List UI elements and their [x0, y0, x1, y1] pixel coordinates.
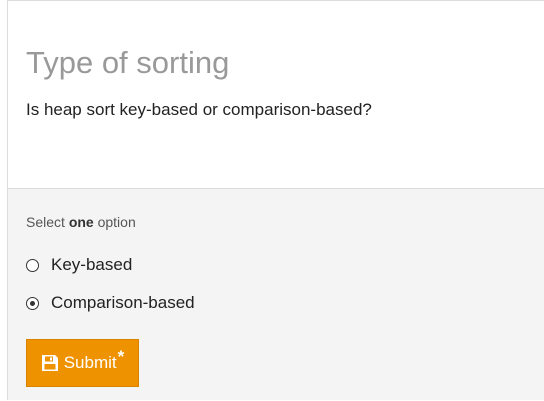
instruction-suffix: option — [93, 214, 136, 230]
question-title: Type of sorting — [26, 45, 230, 80]
instruction-emphasis: one — [68, 214, 94, 230]
floppy-disk-icon — [41, 354, 59, 372]
question-text: Is heap sort key-based or comparison-bas… — [26, 100, 372, 119]
radio-comparison-based[interactable] — [26, 296, 39, 310]
option-key-based[interactable]: Key-based — [26, 255, 132, 275]
radio-key-based[interactable] — [26, 258, 39, 272]
submit-button[interactable]: Submit * — [26, 339, 139, 387]
option-label: Key-based — [51, 255, 133, 274]
submit-asterisk: * — [117, 347, 125, 366]
answer-instruction: Select one option — [26, 214, 136, 230]
question-card: Type of sorting Is heap sort key-based o… — [7, 0, 544, 400]
submit-label: Submit — [63, 353, 117, 372]
option-label: Comparison-based — [51, 293, 195, 312]
answer-area: Select one option Key-based Comparison-b… — [8, 189, 544, 400]
instruction-prefix: Select — [26, 214, 69, 230]
question-header: Type of sorting Is heap sort key-based o… — [8, 1, 544, 189]
option-comparison-based[interactable]: Comparison-based — [26, 293, 195, 313]
